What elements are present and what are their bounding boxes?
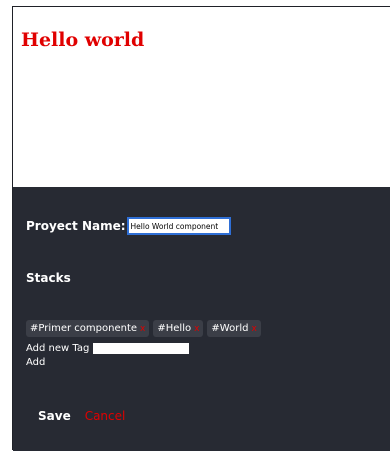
tag-chip: #World x: [207, 320, 261, 337]
remove-tag-icon[interactable]: x: [194, 324, 199, 334]
project-name-row: Proyect Name:: [26, 217, 231, 235]
save-button[interactable]: Save: [38, 409, 71, 423]
preview-heading: Hello world: [21, 29, 145, 51]
cancel-button[interactable]: Cancel: [85, 409, 126, 423]
preview-area: Hello world: [13, 7, 390, 187]
project-name-label: Proyect Name:: [26, 219, 126, 233]
add-tag-input[interactable]: [93, 343, 190, 354]
remove-tag-icon[interactable]: x: [251, 324, 256, 334]
remove-tag-icon[interactable]: x: [140, 324, 145, 334]
tag-label: #Hello: [157, 323, 192, 334]
tag-chip: #Primer componente x: [26, 320, 150, 337]
tag-label: #Primer componente: [30, 323, 138, 334]
tag-list: #Primer componente x #Hello x #World x: [26, 320, 261, 337]
app-frame: Hello world Proyect Name: Stacks #Primer…: [12, 6, 390, 451]
tag-chip: #Hello x: [153, 320, 204, 337]
add-tag-row: Add new Tag: [26, 343, 190, 354]
form-actions: Save Cancel: [38, 409, 125, 423]
tag-label: #World: [211, 323, 249, 334]
stacks-label: Stacks: [26, 271, 71, 285]
add-tag-button[interactable]: Add: [26, 357, 45, 368]
edit-panel: Proyect Name: Stacks #Primer componente …: [13, 187, 390, 451]
project-name-input[interactable]: [126, 217, 231, 235]
add-tag-label: Add new Tag: [26, 343, 90, 354]
